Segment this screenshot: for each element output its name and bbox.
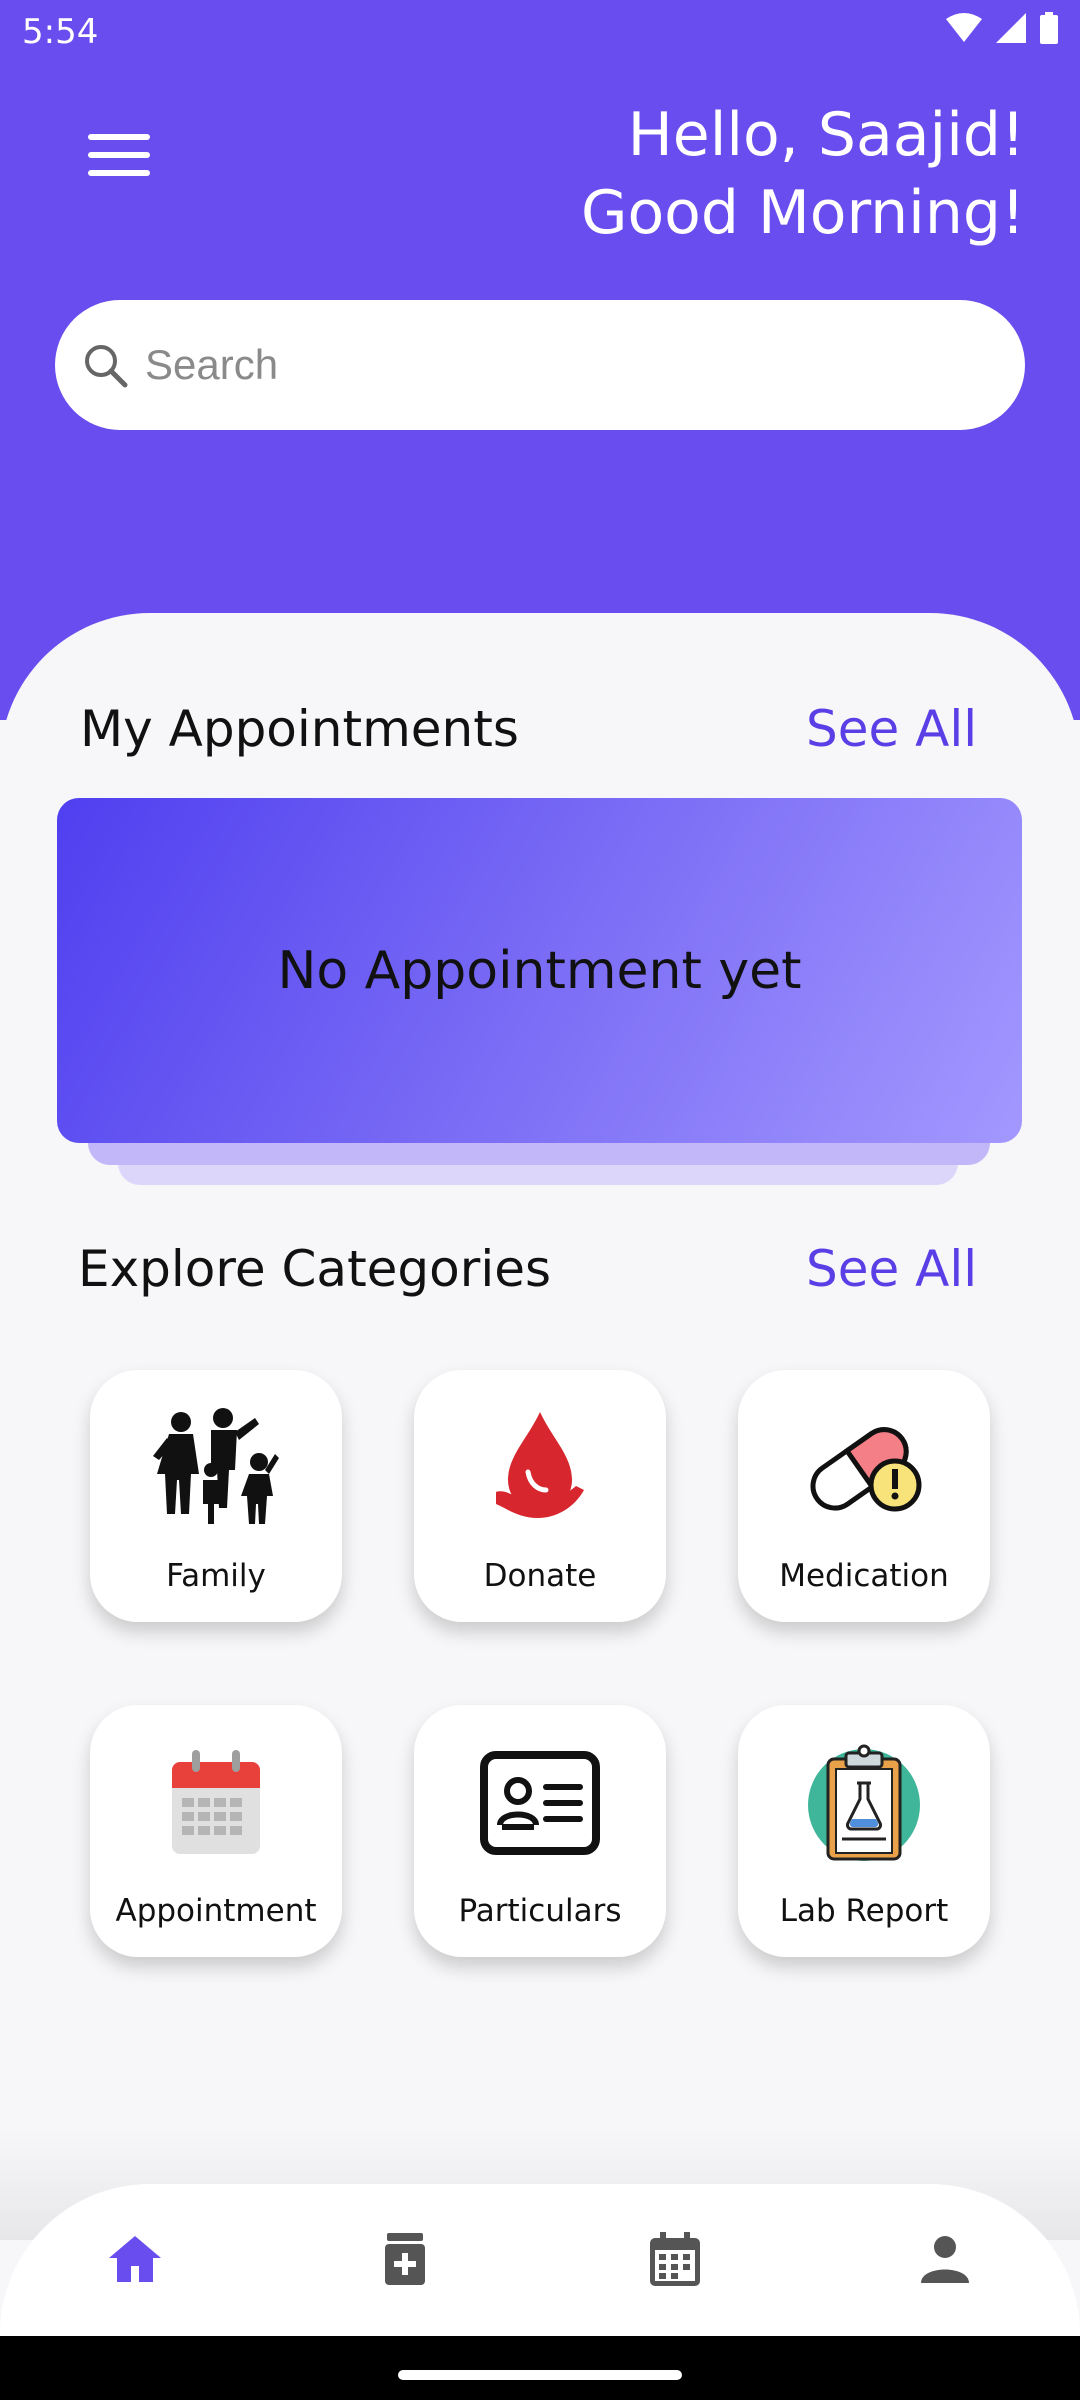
greeting-name: Hello, Saajid!	[627, 100, 1025, 170]
signal-icon	[996, 13, 1026, 43]
category-label: Family	[166, 1558, 266, 1594]
nav-medicine[interactable]	[370, 2224, 440, 2294]
nav-calendar[interactable]	[640, 2224, 710, 2294]
category-label: Medication	[779, 1558, 949, 1594]
status-time: 5:54	[22, 12, 99, 52]
category-family[interactable]: Family	[90, 1370, 342, 1622]
appointments-title: My Appointments	[80, 700, 519, 758]
status-icons	[946, 12, 1058, 44]
category-lab-report[interactable]: Lab Report	[738, 1705, 990, 1957]
pill-icon	[810, 1427, 922, 1512]
category-label: Appointment	[115, 1893, 317, 1929]
categories-see-all-link[interactable]: See All	[806, 1240, 977, 1298]
appointment-empty-message: No Appointment yet	[277, 940, 802, 1001]
nav-home[interactable]	[100, 2224, 170, 2294]
category-medication[interactable]: Medication	[738, 1370, 990, 1622]
search-icon	[85, 345, 128, 388]
home-gesture-handle[interactable]	[398, 2370, 682, 2380]
battery-icon	[1040, 12, 1058, 44]
blood-donate-icon	[496, 1412, 584, 1518]
lab-report-icon	[808, 1744, 920, 1861]
system-navigation-bar	[0, 2336, 1080, 2400]
category-label: Particulars	[458, 1893, 622, 1929]
category-label: Lab Report	[779, 1893, 949, 1929]
categories-title: Explore Categories	[78, 1240, 552, 1298]
greeting-time: Good Morning!	[580, 178, 1025, 248]
person-icon	[921, 2236, 969, 2283]
category-label: Donate	[483, 1558, 597, 1594]
nav-profile[interactable]	[910, 2224, 980, 2294]
hamburger-menu-icon[interactable]	[88, 130, 154, 180]
category-appointment[interactable]: Appointment	[90, 1705, 342, 1957]
category-donate[interactable]: Donate	[414, 1370, 666, 1622]
home-icon	[109, 2236, 161, 2282]
status-bar: 5:54	[0, 0, 1080, 64]
id-card-icon	[480, 1751, 600, 1855]
appointments-see-all-link[interactable]: See All	[806, 700, 977, 758]
appointment-card[interactable]: No Appointment yet	[57, 798, 1022, 1143]
calendar-icon	[650, 2232, 700, 2286]
category-particulars[interactable]: Particulars	[414, 1705, 666, 1957]
greeting: Hello, Saajid! Good Morning!	[581, 96, 1025, 252]
search-input[interactable]	[145, 341, 945, 389]
bottom-navigation	[0, 2184, 1080, 2336]
family-icon	[153, 1408, 279, 1524]
calendar-icon	[172, 1750, 260, 1854]
search-bar[interactable]	[55, 300, 1025, 430]
wifi-icon	[946, 13, 982, 42]
medicine-icon	[385, 2233, 425, 2285]
